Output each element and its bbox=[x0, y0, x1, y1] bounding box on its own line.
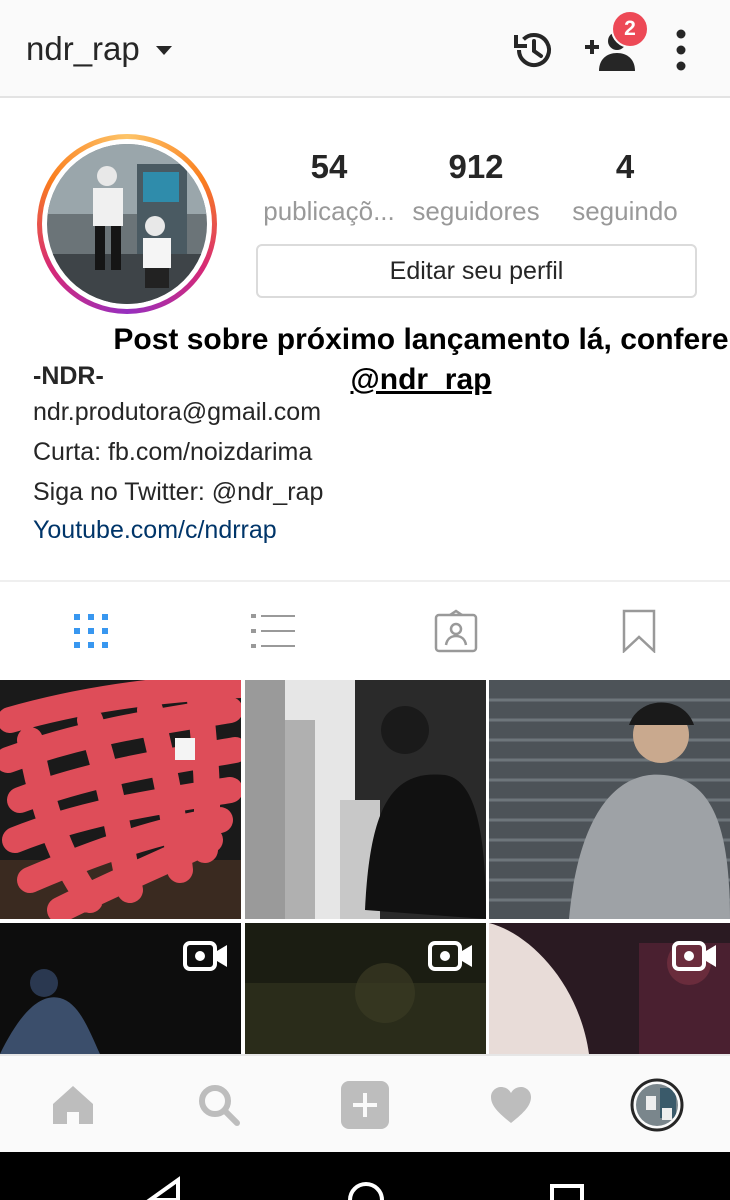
bio-name: -NDR- bbox=[33, 362, 104, 390]
profile-tabs bbox=[0, 584, 730, 678]
bio-line-facebook: Curta: fb.com/noizdarima bbox=[33, 438, 313, 466]
list-icon[interactable] bbox=[250, 608, 296, 654]
bookmark-icon[interactable] bbox=[616, 608, 662, 654]
stat-value: 54 bbox=[310, 148, 348, 185]
post-thumbnail[interactable] bbox=[0, 680, 241, 919]
recents-icon[interactable] bbox=[550, 1184, 584, 1200]
account-switcher[interactable]: ndr_rap bbox=[26, 30, 172, 68]
overlay-handle: @ndr_rap bbox=[350, 363, 492, 396]
stat-following[interactable]: 4 seguindo bbox=[552, 148, 698, 227]
heart-icon[interactable] bbox=[486, 1080, 536, 1130]
stat-label: publicaçõ... bbox=[263, 196, 395, 226]
divider bbox=[0, 580, 730, 582]
stat-value: 912 bbox=[448, 148, 504, 185]
chevron-down-icon bbox=[155, 45, 172, 55]
stat-posts[interactable]: 54 publicaçõ... bbox=[256, 148, 402, 227]
home-button-icon[interactable] bbox=[348, 1182, 384, 1200]
top-bar: ndr_rap 2 bbox=[0, 0, 730, 98]
stat-followers[interactable]: 912 seguidores bbox=[403, 148, 549, 227]
overlay-caption-text: Post sobre próximo lançamento lá, confer… bbox=[113, 323, 729, 356]
search-icon[interactable] bbox=[194, 1080, 244, 1130]
username: ndr_rap bbox=[26, 30, 140, 67]
posts-grid bbox=[0, 680, 730, 1054]
bio-line-email: ndr.produtora@gmail.com bbox=[33, 398, 322, 426]
more-vertical-icon[interactable] bbox=[653, 22, 709, 78]
add-post-icon[interactable] bbox=[340, 1080, 390, 1130]
stat-value: 4 bbox=[615, 148, 635, 185]
notification-badge: 2 bbox=[611, 10, 649, 48]
post-thumbnail[interactable] bbox=[245, 680, 486, 919]
tagged-icon[interactable] bbox=[433, 608, 479, 654]
post-thumbnail[interactable] bbox=[489, 680, 730, 919]
grid-icon[interactable] bbox=[68, 608, 114, 654]
stat-label: seguindo bbox=[572, 196, 678, 226]
edit-profile-button[interactable]: Editar seu perfil bbox=[256, 244, 697, 298]
video-icon bbox=[428, 941, 474, 976]
bio-line-twitter: Siga no Twitter: @ndr_rap bbox=[33, 478, 324, 506]
profile-avatar[interactable] bbox=[37, 134, 217, 314]
post-thumbnail[interactable] bbox=[489, 923, 730, 1054]
history-icon[interactable] bbox=[505, 22, 561, 78]
post-thumbnail[interactable] bbox=[245, 923, 486, 1054]
post-thumbnail[interactable] bbox=[0, 923, 241, 1054]
home-icon[interactable] bbox=[48, 1080, 98, 1130]
profile-avatar[interactable] bbox=[630, 1078, 684, 1132]
avatar-image bbox=[47, 144, 207, 304]
bio-link[interactable]: Youtube.com/c/ndrrap bbox=[33, 516, 277, 545]
stat-label: seguidores bbox=[412, 196, 540, 226]
back-icon[interactable] bbox=[146, 1176, 180, 1200]
video-icon bbox=[672, 941, 718, 976]
video-icon bbox=[183, 941, 229, 976]
overlay-caption: Post sobre próximo lançamento lá, confer… bbox=[112, 320, 730, 400]
system-navigation-bar bbox=[0, 1152, 730, 1200]
bottom-navigation bbox=[0, 1054, 730, 1152]
